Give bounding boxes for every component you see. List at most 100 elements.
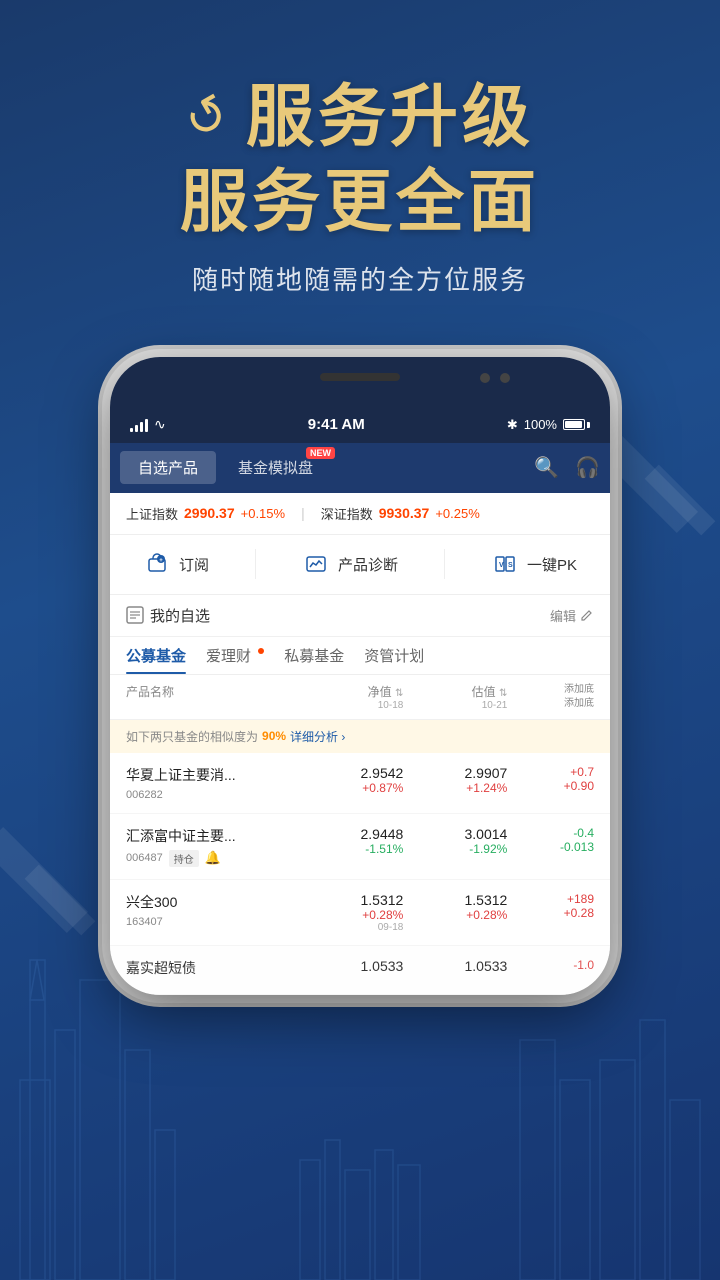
qa-sep2 (444, 549, 445, 579)
col-est: 估值 ⇅ 10-21 (403, 683, 507, 711)
svg-text:+: + (159, 558, 163, 564)
status-left: ∿ (130, 416, 166, 433)
hero-section: ↺ 服务升级 服务更全面 随时随地随需的全方位服务 (0, 0, 720, 347)
phone-camera-dot1 (480, 373, 490, 383)
bell-icon: 🔔 (205, 850, 221, 866)
fund-name: 华夏上证主要消... (126, 765, 299, 785)
subscribe-icon: + (143, 550, 171, 578)
fund-name: 兴全300 (126, 892, 299, 912)
qa-pk-label: 一键PK (527, 554, 577, 575)
fund-action: +0.7 +0.90 (507, 765, 594, 793)
fund-est: 3.0014 -1.92% (403, 826, 507, 856)
headset-icon[interactable]: 🎧 (575, 455, 600, 480)
edit-button[interactable]: 编辑 (550, 606, 594, 625)
sh-name: 上证指数 (126, 504, 178, 523)
fund-row[interactable]: 兴全300 163407 1.5312 +0.28% 09-18 1.5312 … (110, 880, 610, 946)
fund-list: 华夏上证主要消... 006282 2.9542 +0.87% 2.9907 +… (110, 753, 610, 995)
sh-val: 2990.37 (184, 505, 235, 521)
sh-chg: +0.15% (241, 506, 285, 521)
app-nav: 自选产品 基金模拟盘 NEW 🔍 🎧 (110, 443, 610, 493)
svg-text:S: S (508, 562, 513, 569)
fund-nav: 1.0533 (299, 958, 403, 974)
phone-body: ∿ 9:41 AM ✱ 100% 自选产品 基金模拟盘 NEW (110, 357, 610, 995)
fund-row[interactable]: 汇添富中证主要... 006487 持仓 🔔 2.9448 -1.51% 3.0… (110, 814, 610, 880)
service-upgrade-icon: ↺ (174, 82, 239, 153)
signal-icon (130, 418, 148, 432)
diagnose-icon (302, 550, 330, 578)
qa-sep1 (255, 549, 256, 579)
fund-info: 嘉实超短债 (126, 958, 299, 982)
qa-diagnose[interactable]: 产品诊断 (302, 550, 398, 578)
qa-pk[interactable]: V S 一键PK (491, 550, 577, 578)
qa-subscribe-label: 订阅 (179, 554, 209, 575)
fund-info: 汇添富中证主要... 006487 持仓 🔔 (126, 826, 299, 867)
sim-link[interactable]: 详细分析 › (290, 728, 345, 745)
fund-nav: 2.9542 +0.87% (299, 765, 403, 795)
quick-actions: + 订阅 产品诊断 (110, 535, 610, 595)
fund-code: 006487 持仓 🔔 (126, 850, 299, 867)
phone-speaker (320, 373, 400, 381)
fund-tab-public[interactable]: 公募基金 (126, 645, 186, 674)
index-separator: | (301, 505, 305, 521)
sz-chg: +0.25% (435, 506, 479, 521)
watchlist-title: 我的自选 (126, 605, 210, 626)
qa-subscribe[interactable]: + 订阅 (143, 550, 209, 578)
fund-name: 汇添富中证主要... (126, 826, 299, 846)
wifi-icon: ∿ (154, 416, 166, 433)
qa-diagnose-label: 产品诊断 (338, 554, 398, 575)
fund-est: 1.5312 +0.28% (403, 892, 507, 922)
fund-est: 1.0533 (403, 958, 507, 974)
fund-tab-private[interactable]: 私募基金 (284, 645, 344, 674)
hero-desc: 随时随地随需的全方位服务 (40, 260, 680, 297)
phone-mockup: ∿ 9:41 AM ✱ 100% 自选产品 基金模拟盘 NEW (0, 357, 720, 995)
fund-nav: 2.9448 -1.51% (299, 826, 403, 856)
sz-val: 9930.37 (379, 505, 430, 521)
fund-tag: 持仓 (169, 850, 199, 867)
fund-action: +189 +0.28 (507, 892, 594, 920)
fund-code: 006282 (126, 789, 299, 801)
bluetooth-icon: ✱ (507, 417, 518, 433)
phone-camera-dot2 (500, 373, 510, 383)
sz-index: 深证指数 9930.37 +0.25% (321, 504, 480, 523)
fund-tab-wealth[interactable]: 爱理财 (206, 645, 264, 674)
fund-info: 兴全300 163407 (126, 892, 299, 928)
fund-est: 2.9907 +1.24% (403, 765, 507, 795)
sz-name: 深证指数 (321, 504, 373, 523)
fund-tabs: 公募基金 爱理财 私募基金 资管计划 (110, 637, 610, 675)
battery-icon (563, 419, 590, 430)
fund-action: -1.0 (507, 958, 594, 972)
hero-title-line2: 服务更全面 (40, 165, 680, 240)
fund-action: -0.4 -0.013 (507, 826, 594, 854)
wealth-tab-dot (258, 648, 264, 654)
hero-title-row: ↺ 服务升级 (40, 80, 680, 155)
sim-pct: 90% (262, 729, 286, 743)
fund-nav: 1.5312 +0.28% 09-18 (299, 892, 403, 933)
status-time: 9:41 AM (308, 416, 365, 433)
fund-tab-asset[interactable]: 资管计划 (364, 645, 424, 674)
new-badge: NEW (306, 447, 335, 459)
fund-info: 华夏上证主要消... 006282 (126, 765, 299, 801)
nav-tab-zixuan[interactable]: 自选产品 (120, 451, 216, 484)
col-name: 产品名称 (126, 683, 299, 711)
index-bar: 上证指数 2990.37 +0.15% | 深证指数 9930.37 +0.25… (110, 493, 610, 535)
watchlist-icon (126, 606, 144, 624)
svg-text:V: V (499, 562, 504, 569)
edit-icon (580, 608, 594, 622)
col-add: 添加底 添加底 (507, 683, 594, 711)
battery-pct: 100% (524, 417, 557, 432)
hero-title-line1: 服务升级 (246, 80, 534, 155)
fund-code: 163407 (126, 916, 299, 928)
sh-index: 上证指数 2990.37 +0.15% (126, 504, 285, 523)
status-right: ✱ 100% (507, 417, 590, 433)
fund-name: 嘉实超短债 (126, 958, 299, 978)
nav-tab-fund-sim[interactable]: 基金模拟盘 NEW (220, 451, 331, 484)
fund-row[interactable]: 嘉实超短债 1.0533 1.0533 -1.0 (110, 946, 610, 995)
nav-icons: 🔍 🎧 (534, 455, 600, 480)
fund-row[interactable]: 华夏上证主要消... 006282 2.9542 +0.87% 2.9907 +… (110, 753, 610, 814)
sim-text: 如下两只基金的相似度为 (126, 728, 258, 745)
search-icon[interactable]: 🔍 (534, 455, 559, 480)
status-bar: ∿ 9:41 AM ✱ 100% (110, 407, 610, 443)
similarity-warning: 如下两只基金的相似度为 90% 详细分析 › (110, 720, 610, 753)
pk-icon: V S (491, 550, 519, 578)
watchlist-header: 我的自选 编辑 (110, 595, 610, 637)
